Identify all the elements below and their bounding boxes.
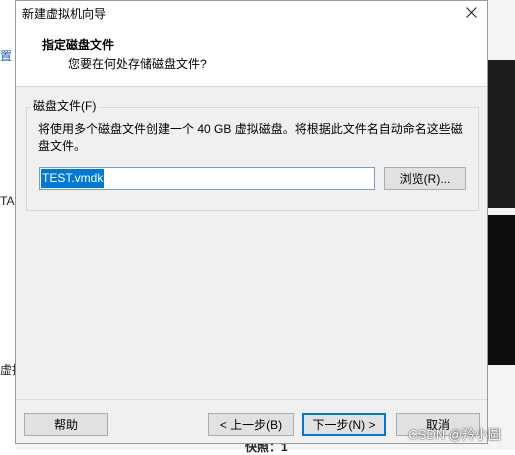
footer-divider [16, 399, 487, 400]
page-title: 指定磁盘文件 [42, 38, 115, 52]
new-vm-wizard-dialog: 新建虚拟机向导 指定磁盘文件 您要在何处存储磁盘文件? 磁盘文件(F) 将使用多… [15, 0, 488, 444]
close-icon [465, 6, 477, 18]
disk-file-description: 将使用多个磁盘文件创建一个 40 GB 虚拟磁盘。将根据此文件名自动命名这些磁盘… [38, 122, 463, 153]
help-button[interactable]: 帮助 [24, 413, 108, 436]
wizard-header: 指定磁盘文件 您要在何处存储磁盘文件? [16, 25, 487, 87]
back-button[interactable]: < 上一步(B) [208, 413, 294, 436]
watermark: CSDN @羚小圆 [408, 427, 501, 442]
disk-file-name-input[interactable] [39, 167, 375, 190]
browse-button[interactable]: 浏览(R)... [384, 167, 466, 190]
background-text: TA [0, 194, 15, 208]
page-subtitle: 您要在何处存储磁盘文件? [68, 57, 207, 71]
background-text: 置 [0, 49, 13, 63]
background-left-panel [0, 0, 16, 450]
background-dark-panel [488, 215, 515, 365]
next-button[interactable]: 下一步(N) > [302, 413, 386, 436]
disk-file-group-label: 磁盘文件(F) [30, 97, 100, 114]
window-title: 新建虚拟机向导 [22, 7, 107, 21]
close-button[interactable] [461, 2, 481, 22]
background-dark-panel [488, 60, 515, 208]
title-bar[interactable]: 新建虚拟机向导 [16, 1, 487, 25]
